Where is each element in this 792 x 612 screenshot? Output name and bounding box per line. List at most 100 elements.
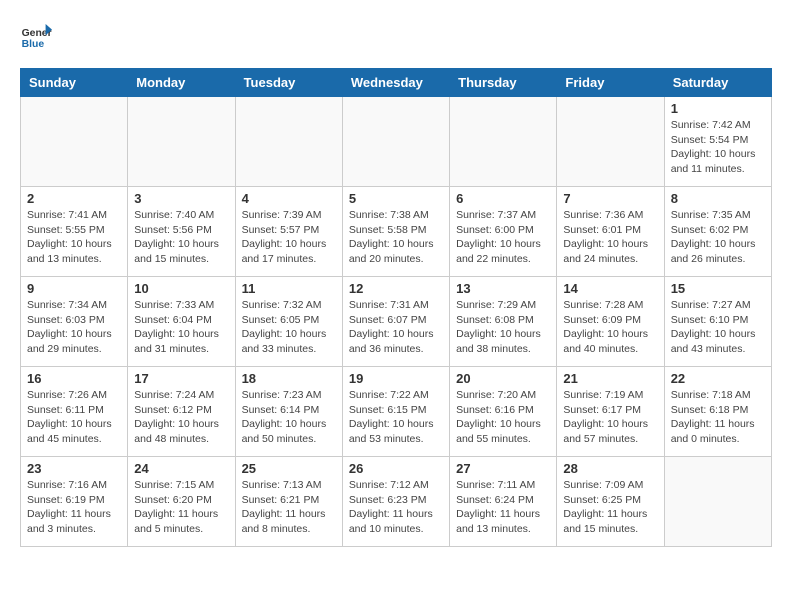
calendar-cell: 28 Sunrise: 7:09 AM Sunset: 6:25 PM Dayli… xyxy=(557,457,664,547)
weekday-header-wednesday: Wednesday xyxy=(342,69,449,97)
weekday-header-tuesday: Tuesday xyxy=(235,69,342,97)
day-number: 18 xyxy=(242,371,336,386)
day-number: 17 xyxy=(134,371,228,386)
calendar-week-3: 9 Sunrise: 7:34 AM Sunset: 6:03 PM Daylig… xyxy=(21,277,772,367)
calendar-cell: 19 Sunrise: 7:22 AM Sunset: 6:15 PM Dayli… xyxy=(342,367,449,457)
day-number: 23 xyxy=(27,461,121,476)
day-number: 24 xyxy=(134,461,228,476)
day-info: Sunrise: 7:42 AM Sunset: 5:54 PM Dayligh… xyxy=(671,118,765,177)
day-number: 3 xyxy=(134,191,228,206)
day-info: Sunrise: 7:22 AM Sunset: 6:15 PM Dayligh… xyxy=(349,388,443,447)
day-info: Sunrise: 7:34 AM Sunset: 6:03 PM Dayligh… xyxy=(27,298,121,357)
weekday-header-friday: Friday xyxy=(557,69,664,97)
weekday-header-saturday: Saturday xyxy=(664,69,771,97)
calendar-cell xyxy=(342,97,449,187)
day-info: Sunrise: 7:35 AM Sunset: 6:02 PM Dayligh… xyxy=(671,208,765,267)
day-number: 27 xyxy=(456,461,550,476)
day-info: Sunrise: 7:33 AM Sunset: 6:04 PM Dayligh… xyxy=(134,298,228,357)
calendar-cell: 26 Sunrise: 7:12 AM Sunset: 6:23 PM Dayli… xyxy=(342,457,449,547)
calendar-table: SundayMondayTuesdayWednesdayThursdayFrid… xyxy=(20,68,772,547)
calendar-cell: 11Sunrise: 7:32 AM Sunset: 6:05 PM Dayli… xyxy=(235,277,342,367)
page-header: General Blue xyxy=(20,20,772,52)
calendar-week-2: 2 Sunrise: 7:41 AM Sunset: 5:55 PM Daylig… xyxy=(21,187,772,277)
day-info: Sunrise: 7:19 AM Sunset: 6:17 PM Dayligh… xyxy=(563,388,657,447)
calendar-cell: 12Sunrise: 7:31 AM Sunset: 6:07 PM Dayli… xyxy=(342,277,449,367)
calendar-cell xyxy=(21,97,128,187)
day-number: 22 xyxy=(671,371,765,386)
day-number: 12 xyxy=(349,281,443,296)
day-info: Sunrise: 7:13 AM Sunset: 6:21 PM Dayligh… xyxy=(242,478,336,537)
calendar-cell: 24 Sunrise: 7:15 AM Sunset: 6:20 PM Dayli… xyxy=(128,457,235,547)
day-info: Sunrise: 7:36 AM Sunset: 6:01 PM Dayligh… xyxy=(563,208,657,267)
calendar-week-1: 1Sunrise: 7:42 AM Sunset: 5:54 PM Daylig… xyxy=(21,97,772,187)
day-number: 28 xyxy=(563,461,657,476)
day-number: 11 xyxy=(242,281,336,296)
calendar-cell: 20Sunrise: 7:20 AM Sunset: 6:16 PM Dayli… xyxy=(450,367,557,457)
day-number: 4 xyxy=(242,191,336,206)
day-info: Sunrise: 7:15 AM Sunset: 6:20 PM Dayligh… xyxy=(134,478,228,537)
calendar-cell: 25 Sunrise: 7:13 AM Sunset: 6:21 PM Dayli… xyxy=(235,457,342,547)
day-info: Sunrise: 7:39 AM Sunset: 5:57 PM Dayligh… xyxy=(242,208,336,267)
day-number: 14 xyxy=(563,281,657,296)
calendar-cell: 27 Sunrise: 7:11 AM Sunset: 6:24 PM Dayli… xyxy=(450,457,557,547)
day-info: Sunrise: 7:24 AM Sunset: 6:12 PM Dayligh… xyxy=(134,388,228,447)
calendar-cell xyxy=(664,457,771,547)
day-info: Sunrise: 7:29 AM Sunset: 6:08 PM Dayligh… xyxy=(456,298,550,357)
day-info: Sunrise: 7:11 AM Sunset: 6:24 PM Dayligh… xyxy=(456,478,550,537)
day-info: Sunrise: 7:38 AM Sunset: 5:58 PM Dayligh… xyxy=(349,208,443,267)
calendar-cell: 16 Sunrise: 7:26 AM Sunset: 6:11 PM Dayli… xyxy=(21,367,128,457)
day-info: Sunrise: 7:12 AM Sunset: 6:23 PM Dayligh… xyxy=(349,478,443,537)
day-info: Sunrise: 7:26 AM Sunset: 6:11 PM Dayligh… xyxy=(27,388,121,447)
svg-text:Blue: Blue xyxy=(22,39,45,50)
calendar-cell: 8 Sunrise: 7:35 AM Sunset: 6:02 PM Daylig… xyxy=(664,187,771,277)
calendar-cell: 5 Sunrise: 7:38 AM Sunset: 5:58 PM Daylig… xyxy=(342,187,449,277)
calendar-cell: 15 Sunrise: 7:27 AM Sunset: 6:10 PM Dayli… xyxy=(664,277,771,367)
day-info: Sunrise: 7:28 AM Sunset: 6:09 PM Dayligh… xyxy=(563,298,657,357)
calendar-cell xyxy=(235,97,342,187)
calendar-cell: 17 Sunrise: 7:24 AM Sunset: 6:12 PM Dayli… xyxy=(128,367,235,457)
weekday-header-monday: Monday xyxy=(128,69,235,97)
logo: General Blue xyxy=(20,20,52,52)
calendar-cell xyxy=(128,97,235,187)
calendar-cell: 9 Sunrise: 7:34 AM Sunset: 6:03 PM Daylig… xyxy=(21,277,128,367)
day-number: 21 xyxy=(563,371,657,386)
day-number: 10 xyxy=(134,281,228,296)
day-info: Sunrise: 7:27 AM Sunset: 6:10 PM Dayligh… xyxy=(671,298,765,357)
weekday-header-thursday: Thursday xyxy=(450,69,557,97)
day-number: 19 xyxy=(349,371,443,386)
day-number: 26 xyxy=(349,461,443,476)
day-info: Sunrise: 7:23 AM Sunset: 6:14 PM Dayligh… xyxy=(242,388,336,447)
day-info: Sunrise: 7:41 AM Sunset: 5:55 PM Dayligh… xyxy=(27,208,121,267)
calendar-cell: 21 Sunrise: 7:19 AM Sunset: 6:17 PM Dayli… xyxy=(557,367,664,457)
calendar-cell xyxy=(450,97,557,187)
day-number: 15 xyxy=(671,281,765,296)
day-number: 6 xyxy=(456,191,550,206)
logo-icon: General Blue xyxy=(20,20,52,52)
calendar-week-4: 16 Sunrise: 7:26 AM Sunset: 6:11 PM Dayli… xyxy=(21,367,772,457)
day-number: 13 xyxy=(456,281,550,296)
day-info: Sunrise: 7:37 AM Sunset: 6:00 PM Dayligh… xyxy=(456,208,550,267)
calendar-cell: 13 Sunrise: 7:29 AM Sunset: 6:08 PM Dayli… xyxy=(450,277,557,367)
day-number: 25 xyxy=(242,461,336,476)
day-number: 16 xyxy=(27,371,121,386)
calendar-cell xyxy=(557,97,664,187)
day-info: Sunrise: 7:09 AM Sunset: 6:25 PM Dayligh… xyxy=(563,478,657,537)
day-info: Sunrise: 7:20 AM Sunset: 6:16 PM Dayligh… xyxy=(456,388,550,447)
day-info: Sunrise: 7:18 AM Sunset: 6:18 PM Dayligh… xyxy=(671,388,765,447)
calendar-cell: 7 Sunrise: 7:36 AM Sunset: 6:01 PM Daylig… xyxy=(557,187,664,277)
day-info: Sunrise: 7:40 AM Sunset: 5:56 PM Dayligh… xyxy=(134,208,228,267)
day-number: 7 xyxy=(563,191,657,206)
calendar-cell: 18 Sunrise: 7:23 AM Sunset: 6:14 PM Dayli… xyxy=(235,367,342,457)
day-number: 8 xyxy=(671,191,765,206)
calendar-cell: 2 Sunrise: 7:41 AM Sunset: 5:55 PM Daylig… xyxy=(21,187,128,277)
calendar-cell: 22 Sunrise: 7:18 AM Sunset: 6:18 PM Dayli… xyxy=(664,367,771,457)
day-info: Sunrise: 7:16 AM Sunset: 6:19 PM Dayligh… xyxy=(27,478,121,537)
day-number: 9 xyxy=(27,281,121,296)
day-number: 5 xyxy=(349,191,443,206)
calendar-week-5: 23 Sunrise: 7:16 AM Sunset: 6:19 PM Dayli… xyxy=(21,457,772,547)
calendar-cell: 10 Sunrise: 7:33 AM Sunset: 6:04 PM Dayli… xyxy=(128,277,235,367)
calendar-cell: 14 Sunrise: 7:28 AM Sunset: 6:09 PM Dayli… xyxy=(557,277,664,367)
calendar-cell: 4 Sunrise: 7:39 AM Sunset: 5:57 PM Daylig… xyxy=(235,187,342,277)
calendar-cell: 23 Sunrise: 7:16 AM Sunset: 6:19 PM Dayli… xyxy=(21,457,128,547)
day-number: 2 xyxy=(27,191,121,206)
